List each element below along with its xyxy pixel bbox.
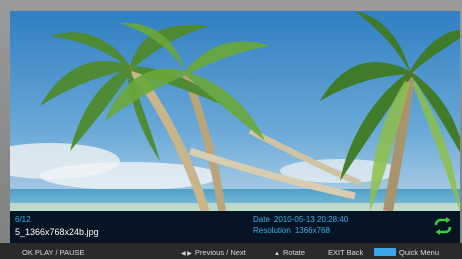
previous-next-hint: ◀ ▶ Previous / Next bbox=[181, 248, 246, 257]
rotate-label: Rotate bbox=[282, 248, 306, 257]
photo-viewer: 6/12 5_1366x768x24b.jpg Date 2010-05-13 2… bbox=[10, 11, 460, 243]
quick-menu-label: Quick Menu bbox=[399, 248, 440, 257]
blue-key-icon bbox=[374, 248, 396, 256]
rotate-hint: ▲ Rotate bbox=[274, 248, 305, 257]
repeat-arrows-icon[interactable] bbox=[433, 216, 453, 236]
date-label: Date bbox=[253, 215, 270, 224]
resolution-value: 1366x768 bbox=[294, 226, 330, 235]
remote-help-bar: OK PLAY / PAUSE ◀ ▶ Previous / Next ▲ Rota… bbox=[0, 243, 462, 259]
photo-info-bar: 6/12 5_1366x768x24b.jpg Date 2010-05-13 2… bbox=[10, 211, 460, 243]
beach-palm-photo bbox=[10, 11, 460, 211]
exit-back-hint: EXIT Back bbox=[328, 248, 364, 257]
up-arrow-icon: ▲ bbox=[274, 251, 280, 257]
tv-screen-frame: 6/12 5_1366x768x24b.jpg Date 2010-05-13 2… bbox=[0, 0, 462, 259]
play-pause-hint: OK PLAY / PAUSE bbox=[22, 248, 85, 257]
photo-date: Date 2010-05-13 20:28:40 bbox=[253, 215, 352, 224]
quick-menu-hint: Quick Menu bbox=[374, 248, 439, 257]
previous-next-label: Previous / Next bbox=[194, 248, 246, 257]
photo-counter: 6/12 bbox=[15, 215, 31, 224]
photo-resolution: Resolution 1366x768 bbox=[253, 226, 334, 235]
left-right-arrows-icon: ◀ ▶ bbox=[181, 251, 192, 257]
resolution-label: Resolution bbox=[253, 226, 291, 235]
photo-image[interactable] bbox=[10, 11, 460, 211]
date-value: 2010-05-13 20:28:40 bbox=[273, 215, 349, 224]
photo-filename: 5_1366x768x24b.jpg bbox=[15, 227, 99, 237]
